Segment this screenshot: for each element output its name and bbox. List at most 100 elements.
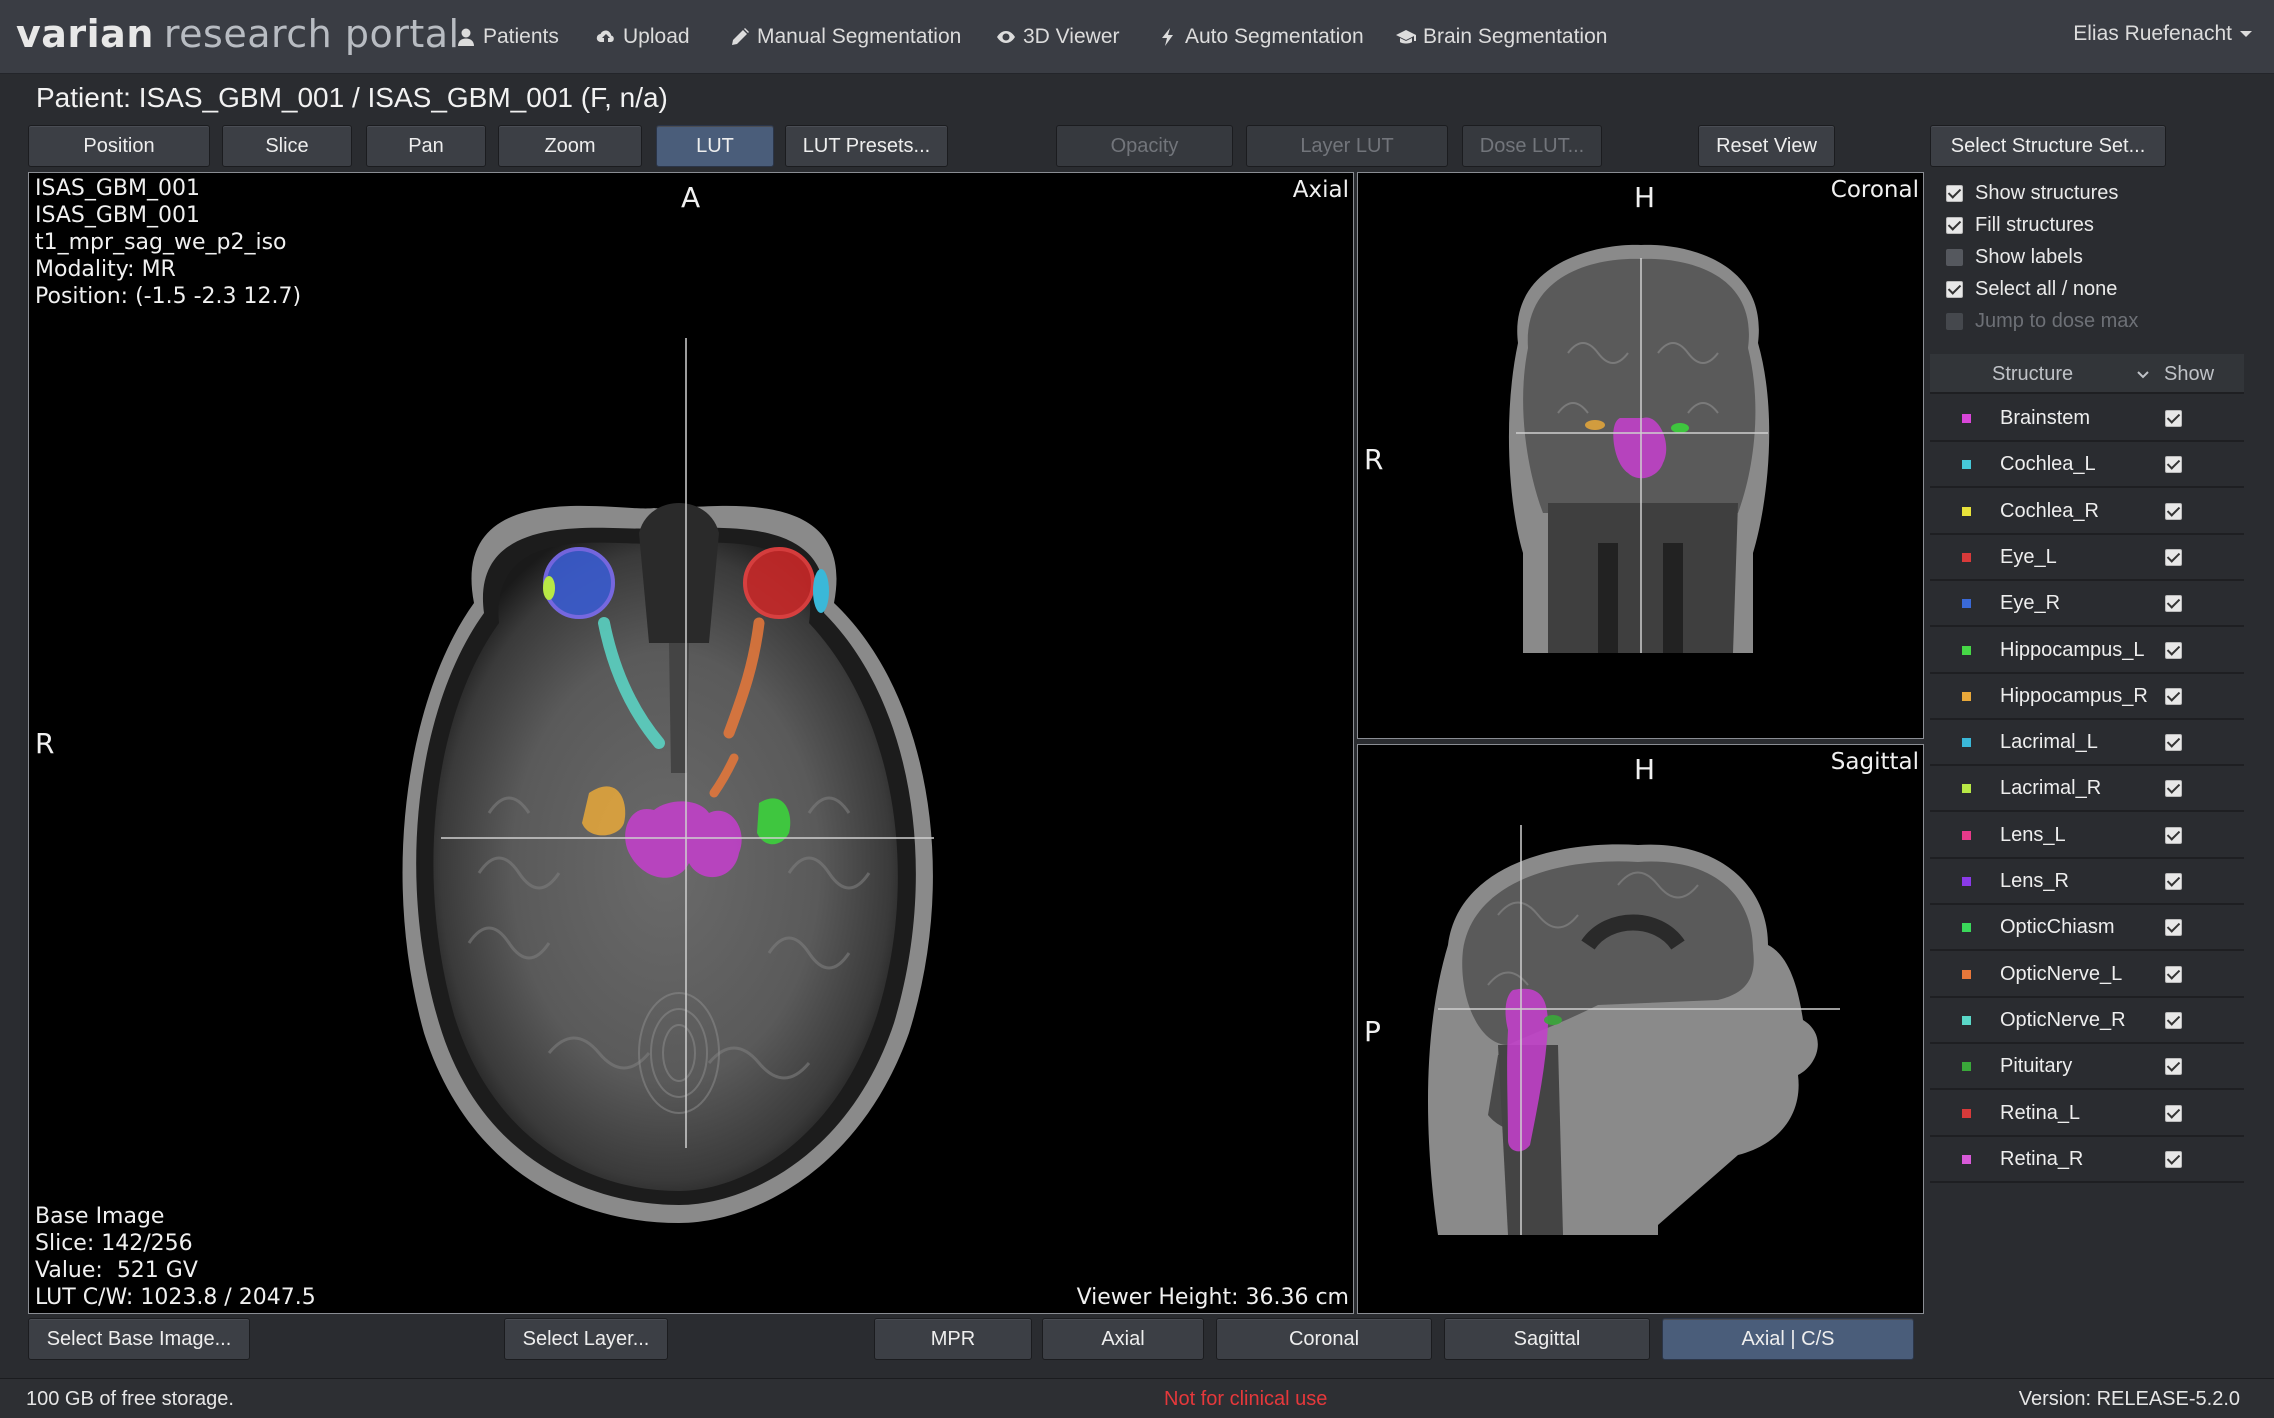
structure-row[interactable]: OpticChiasm [1930, 905, 2244, 952]
eye-icon [997, 31, 1015, 43]
structure-show-checkbox[interactable] [2165, 548, 2182, 566]
structure-color-swatch [1962, 877, 1971, 886]
fill-structures-option[interactable]: Fill structures [1946, 211, 2094, 239]
structure-row[interactable]: OpticNerve_R [1930, 997, 2244, 1044]
structure-show-checkbox[interactable] [2165, 456, 2182, 474]
sort-chevron-icon[interactable] [2136, 370, 2150, 380]
coronal-button[interactable]: Coronal [1216, 1318, 1432, 1360]
structure-show-checkbox[interactable] [2165, 826, 2182, 844]
structure-row[interactable]: Cochlea_R [1930, 488, 2244, 535]
structure-row[interactable]: Lacrimal_R [1930, 766, 2244, 813]
structure-show-checkbox[interactable] [2165, 641, 2182, 659]
structure-color-swatch [1962, 969, 1971, 979]
structure-show-checkbox[interactable] [2165, 873, 2182, 890]
show-labels-option[interactable]: Show labels [1946, 243, 2083, 271]
fill-structures-checkbox[interactable] [1946, 216, 1963, 234]
zoom-button[interactable]: Zoom [498, 125, 642, 167]
user-icon [458, 28, 474, 46]
nav-auto-segmentation[interactable]: Auto Segmentation [1158, 22, 1364, 52]
clinical-warning: Not for clinical use [1164, 1388, 1328, 1410]
structure-row[interactable]: Cochlea_L [1930, 442, 2244, 489]
brand-logo[interactable]: varian research portal [16, 12, 460, 56]
structure-row[interactable]: Retina_L [1930, 1090, 2244, 1137]
show-column-header: Show [2164, 363, 2215, 385]
lut-presets-button[interactable]: LUT Presets... [785, 125, 948, 167]
coronal-viewport[interactable]: Coronal H R [1357, 172, 1924, 739]
axial-button[interactable]: Axial [1042, 1318, 1204, 1360]
sagittal-button[interactable]: Sagittal [1444, 1318, 1650, 1360]
structure-show-checkbox[interactable] [2165, 502, 2182, 520]
dose-lut-button[interactable]: Dose LUT... [1462, 125, 1602, 167]
structure-show-checkbox[interactable] [2165, 734, 2182, 752]
structure-row[interactable]: Eye_L [1930, 534, 2244, 581]
fill-structures-label: Fill structures [1975, 213, 2094, 236]
viewer-height-label: Viewer Height: 36.36 cm [1076, 1285, 1349, 1310]
jump-to-dose-max-option[interactable]: Jump to dose max [1946, 307, 2138, 335]
coronal-view-title: Coronal [1830, 177, 1919, 203]
select-all-none-checkbox[interactable] [1946, 280, 1963, 298]
axial-orient-left: R [35, 727, 55, 760]
axial-orient-top: A [681, 181, 701, 214]
structure-show-checkbox[interactable] [2165, 919, 2182, 937]
structure-row[interactable]: Eye_R [1930, 581, 2244, 628]
structure-show-checkbox[interactable] [2165, 410, 2182, 427]
axial-viewport[interactable]: ISAS_GBM_001 ISAS_GBM_001 t1_mpr_sag_we_… [28, 172, 1354, 1314]
structure-show-checkbox[interactable] [2165, 780, 2182, 798]
structure-show-checkbox[interactable] [2165, 1058, 2182, 1076]
structure-row[interactable]: Hippocampus_L [1930, 627, 2244, 674]
mpr-button[interactable]: MPR [874, 1318, 1032, 1360]
structure-row[interactable]: Retina_R [1930, 1136, 2244, 1183]
structure-row[interactable]: Pituitary [1930, 1044, 2244, 1091]
jump-to-dose-max-checkbox[interactable] [1946, 312, 1963, 330]
structure-show-checkbox[interactable] [2165, 595, 2182, 613]
structure-color-swatch [1962, 738, 1971, 748]
show-structures-option[interactable]: Show structures [1946, 179, 2118, 207]
structure-show-checkbox[interactable] [2165, 1150, 2182, 1168]
structure-color-swatch [1962, 830, 1971, 840]
slice-button[interactable]: Slice [222, 125, 352, 167]
structure-show-checkbox[interactable] [2165, 1104, 2182, 1122]
axial-info-bottom: Base Image Slice: 142/256 Value: 521 GV … [35, 1204, 316, 1310]
nav-upload[interactable]: Upload [596, 22, 690, 52]
nav-3d-viewer[interactable]: 3D Viewer [996, 22, 1120, 52]
structure-show-checkbox[interactable] [2165, 687, 2182, 705]
show-structures-checkbox[interactable] [1946, 184, 1963, 202]
structure-show-checkbox[interactable] [2165, 965, 2182, 983]
structure-color-swatch [1962, 599, 1971, 609]
select-structure-set-button[interactable]: Select Structure Set... [1930, 125, 2166, 167]
axial-cs-button[interactable]: Axial | C/S [1662, 1318, 1914, 1360]
structure-color-swatch [1962, 784, 1971, 794]
structure-row[interactable]: OpticNerve_L [1930, 951, 2244, 998]
axial-mri-image [402, 338, 934, 1224]
brand-subtitle: research portal [163, 12, 460, 56]
structure-color-swatch [1962, 1154, 1971, 1164]
sagittal-viewport[interactable]: Sagittal H P [1357, 744, 1924, 1314]
storage-status: 100 GB of free storage. [26, 1388, 234, 1410]
cloud-upload-icon [596, 30, 614, 43]
bolt-icon [1162, 28, 1173, 46]
structure-column-header[interactable]: Structure [1992, 363, 2073, 386]
layer-lut-button[interactable]: Layer LUT [1246, 125, 1448, 167]
structure-name: Hippocampus_R [2000, 684, 2148, 707]
lut-button[interactable]: LUT [656, 125, 774, 167]
structure-row[interactable]: Lacrimal_L [1930, 720, 2244, 767]
select-base-image-button[interactable]: Select Base Image... [28, 1318, 250, 1360]
nav-patients-label: Patients [483, 25, 559, 48]
select-layer-button[interactable]: Select Layer... [504, 1318, 668, 1360]
nav-patients[interactable]: Patients [456, 22, 559, 52]
structure-row[interactable]: Lens_L [1930, 812, 2244, 859]
pan-button[interactable]: Pan [366, 125, 486, 167]
position-button[interactable]: Position [28, 125, 210, 167]
structure-row[interactable]: Brainstem [1930, 396, 2244, 442]
opacity-button[interactable]: Opacity [1056, 125, 1233, 167]
user-menu[interactable]: Elias Ruefenacht [2073, 22, 2252, 46]
structure-row[interactable]: Hippocampus_R [1930, 673, 2244, 720]
show-labels-checkbox[interactable] [1946, 248, 1963, 266]
structure-name: Pituitary [2000, 1055, 2073, 1078]
nav-brain-segmentation[interactable]: Brain Segmentation [1396, 22, 1607, 52]
select-all-none-option[interactable]: Select all / none [1946, 275, 2117, 303]
structure-row[interactable]: Lens_R [1930, 859, 2244, 905]
nav-manual-segmentation[interactable]: Manual Segmentation [730, 22, 961, 52]
reset-view-button[interactable]: Reset View [1698, 125, 1835, 167]
structure-show-checkbox[interactable] [2165, 1011, 2182, 1029]
